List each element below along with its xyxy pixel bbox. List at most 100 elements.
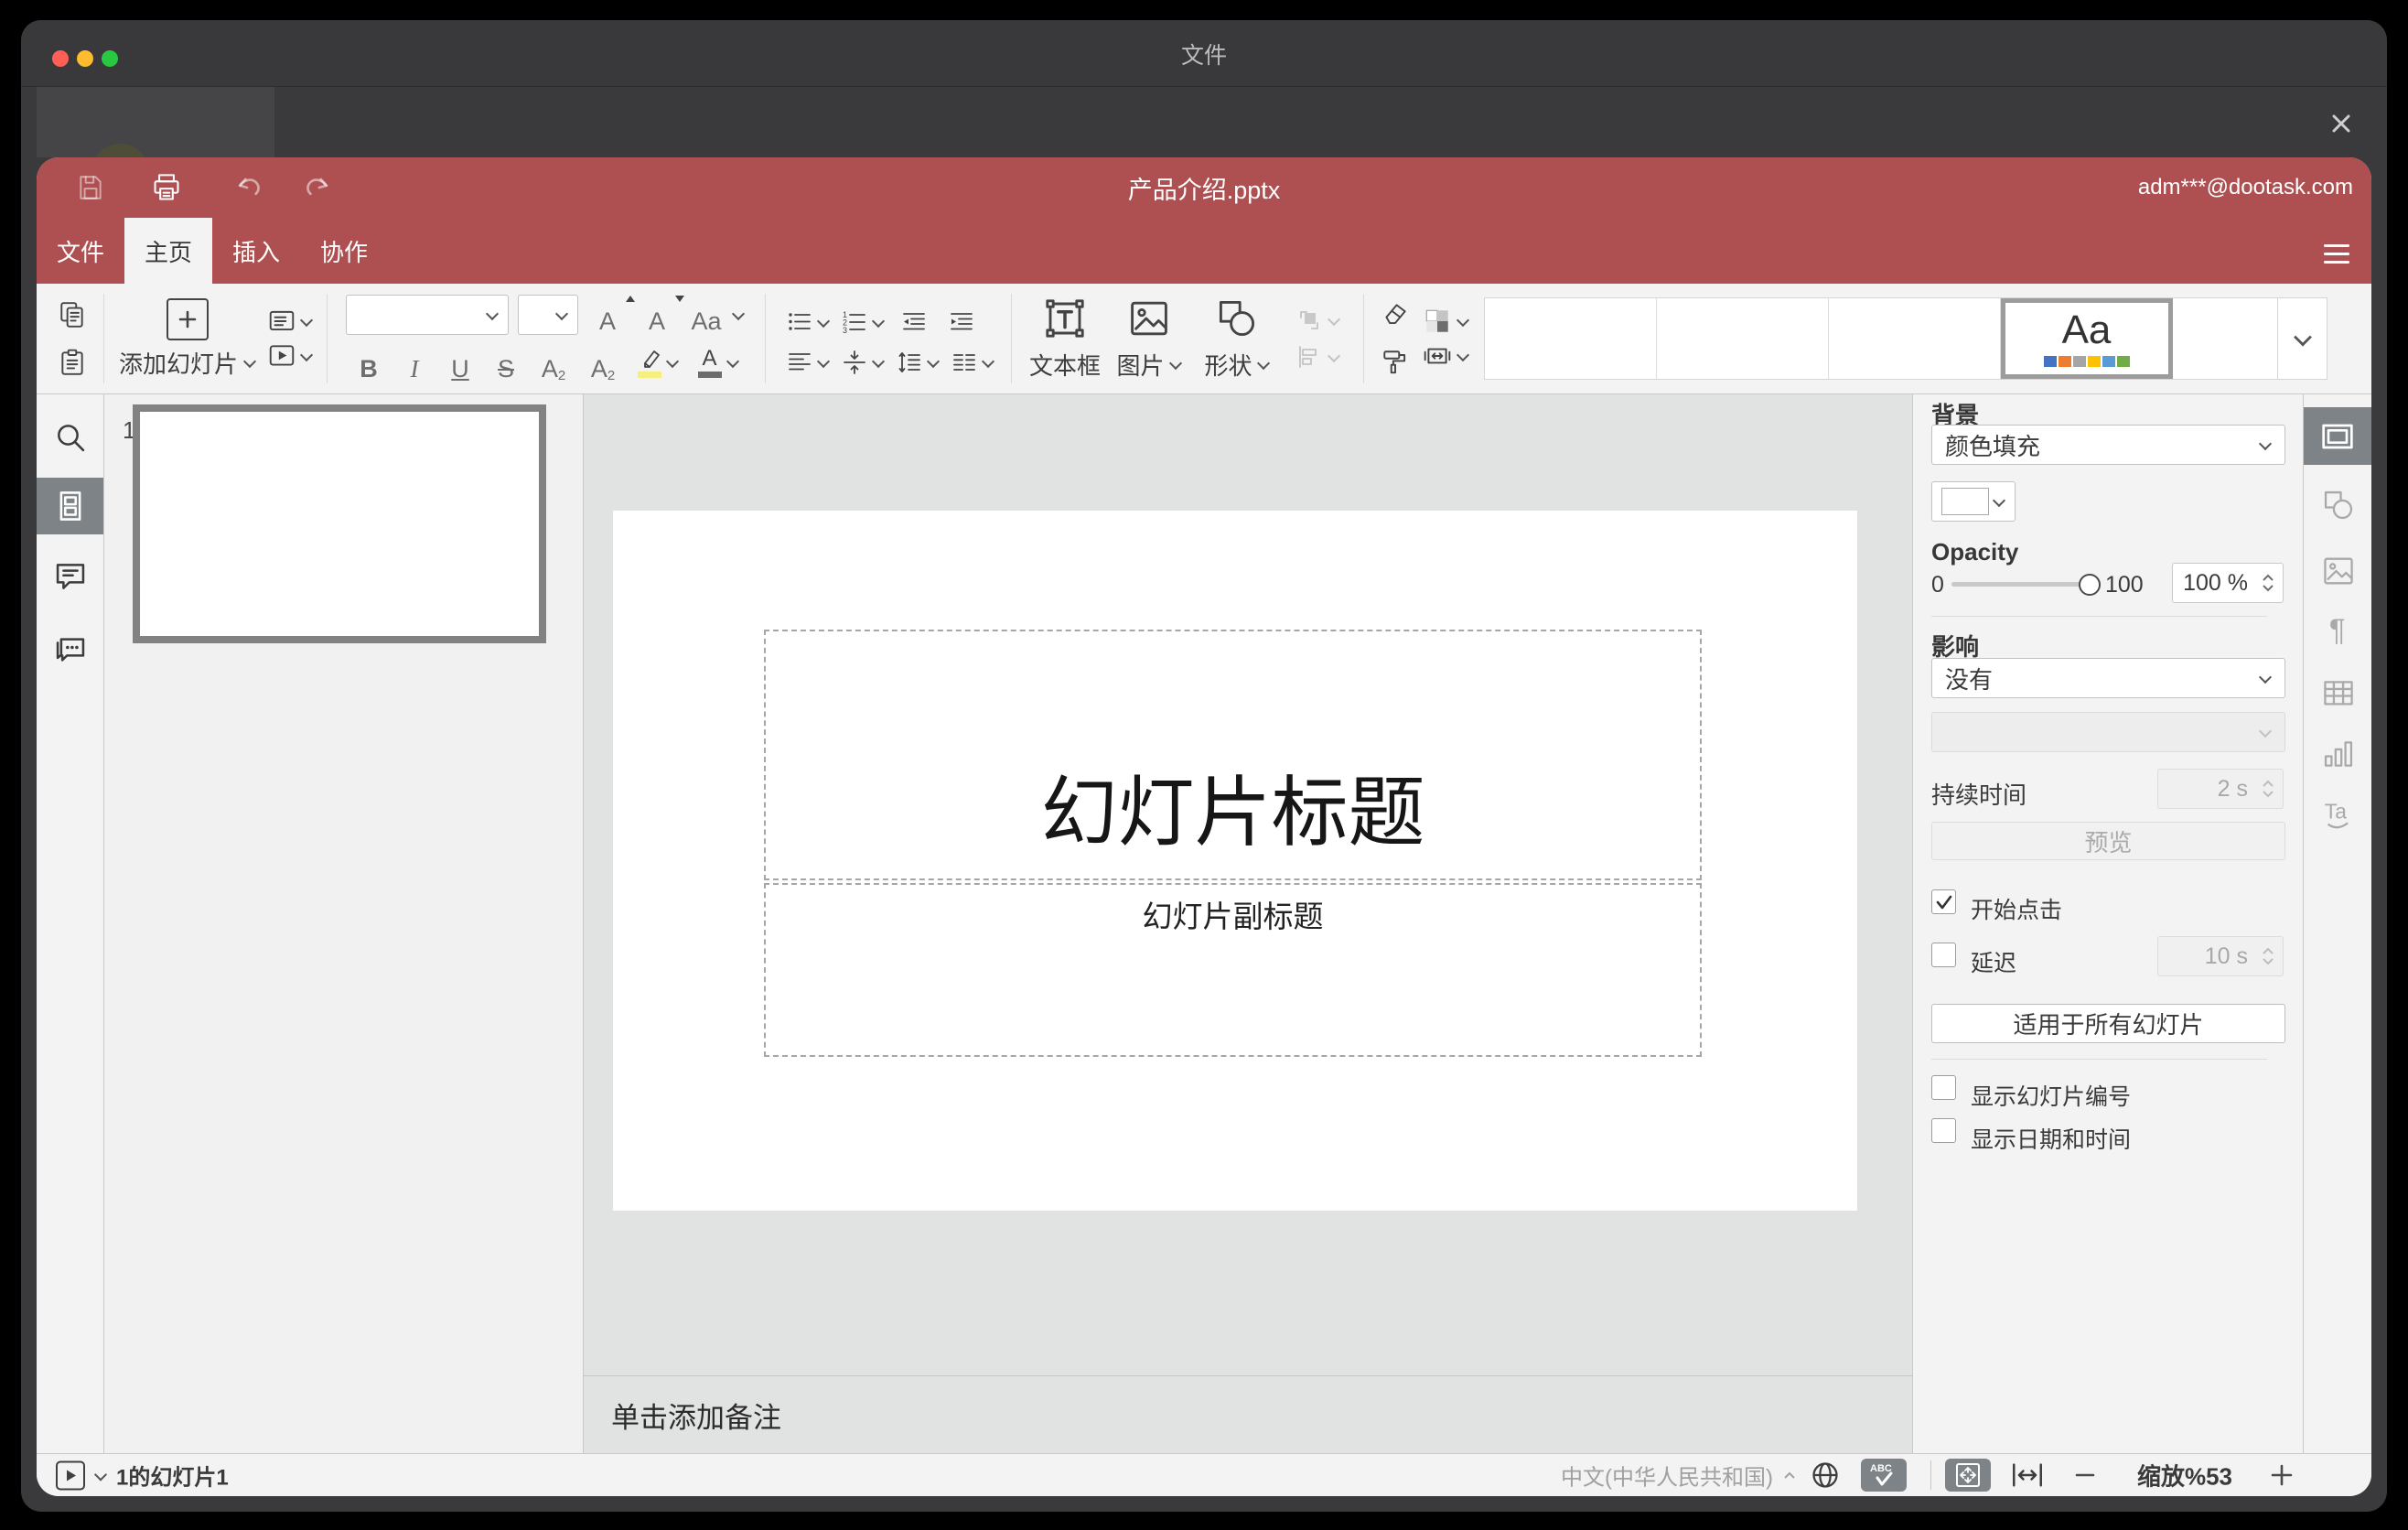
opacity-slider-handle[interactable] xyxy=(2079,574,2101,596)
chevron-down-icon[interactable] xyxy=(94,1470,107,1481)
increase-font-button[interactable]: A xyxy=(587,294,635,336)
chat-panel-button[interactable] xyxy=(37,632,104,667)
spinner-arrows-icon[interactable] xyxy=(2262,574,2274,592)
start-slideshow-button[interactable] xyxy=(267,341,313,371)
comments-panel-button[interactable] xyxy=(37,559,104,594)
set-language-button[interactable] xyxy=(1810,1460,1841,1491)
theme-item-selected[interactable]: Aa xyxy=(2001,298,2173,379)
table-settings-button[interactable] xyxy=(2304,676,2371,711)
underline-button[interactable]: U xyxy=(437,341,483,383)
chart-settings-button[interactable] xyxy=(2304,737,2371,771)
color-schemes-button[interactable] xyxy=(1423,307,1469,336)
copy-style-button[interactable] xyxy=(1377,341,1414,383)
chevron-down-icon xyxy=(927,357,940,368)
clipboard-group xyxy=(54,294,91,383)
decrease-indent-button[interactable] xyxy=(896,301,932,343)
slides-panel-button[interactable] xyxy=(37,478,103,534)
tab-collaboration[interactable]: 协作 xyxy=(300,218,388,284)
fit-width-button[interactable] xyxy=(2009,1460,2046,1491)
align-button[interactable] xyxy=(786,349,830,376)
theme-item[interactable] xyxy=(1485,298,1657,379)
paste-button[interactable] xyxy=(54,341,91,383)
decrease-font-button[interactable]: A xyxy=(637,294,684,336)
bullets-button[interactable] xyxy=(786,308,830,336)
subscript-button[interactable]: A2 xyxy=(578,341,628,383)
slide[interactable]: 幻灯片标题 幻灯片副标题 xyxy=(613,511,1857,1211)
slide-title-placeholder[interactable]: 幻灯片标题 xyxy=(764,630,1702,880)
paragraph-settings-button[interactable]: ¶ xyxy=(2304,612,2371,647)
image-settings-button[interactable] xyxy=(2304,554,2371,588)
slide-layout-button[interactable] xyxy=(267,307,313,336)
shape-settings-button[interactable] xyxy=(2304,488,2371,523)
slide-settings-button[interactable] xyxy=(2304,407,2371,465)
show-date-time-checkbox[interactable] xyxy=(1931,1118,1956,1143)
search-button[interactable] xyxy=(37,420,104,455)
fit-slide-button[interactable] xyxy=(1945,1459,1991,1492)
slide-canvas[interactable]: 幻灯片标题 幻灯片副标题 xyxy=(584,394,1912,1375)
window-title: 文件 xyxy=(1180,42,1227,69)
theme-preview-label: Aa xyxy=(2061,307,2112,352)
menu-button[interactable] xyxy=(2324,244,2349,264)
tab-file[interactable]: 文件 xyxy=(37,218,124,284)
opacity-spinner[interactable]: 100 % xyxy=(2172,563,2284,603)
tab-home[interactable]: 主页 xyxy=(124,218,212,284)
superscript-button[interactable]: A2 xyxy=(529,341,578,383)
increase-indent-button[interactable] xyxy=(943,301,980,343)
numbering-button[interactable]: 123 xyxy=(841,308,885,336)
vertical-align-button[interactable] xyxy=(841,349,885,376)
font-size-select[interactable] xyxy=(518,295,578,335)
show-slide-number-checkbox[interactable] xyxy=(1931,1075,1956,1100)
background-color-picker[interactable] xyxy=(1931,481,2016,522)
slide-thumbnail[interactable] xyxy=(133,404,546,643)
add-slide-button[interactable]: 添加幻灯片 xyxy=(119,297,256,380)
textart-settings-button[interactable]: Ta xyxy=(2304,795,2371,830)
theme-color-swatch xyxy=(2043,356,2057,367)
highlight-color-button[interactable] xyxy=(628,341,688,383)
zoom-out-button[interactable] xyxy=(2073,1463,2097,1487)
tab-insert[interactable]: 插入 xyxy=(212,218,300,284)
copy-button[interactable] xyxy=(54,294,91,336)
theme-item[interactable] xyxy=(2173,298,2277,379)
spinner-arrows-icon[interactable] xyxy=(2262,947,2274,965)
line-spacing-button[interactable] xyxy=(896,349,940,376)
spinner-arrows-icon[interactable] xyxy=(2262,780,2274,798)
chevron-down-icon xyxy=(817,317,830,328)
opacity-slider-track[interactable] xyxy=(1951,582,2081,587)
columns-button[interactable] xyxy=(951,349,994,376)
arrange-shape-button[interactable] xyxy=(1285,307,1350,334)
clear-style-button[interactable] xyxy=(1377,294,1414,336)
bold-button[interactable]: B xyxy=(346,341,392,383)
start-on-click-checkbox[interactable] xyxy=(1931,889,1956,914)
start-slideshow-status-button[interactable] xyxy=(56,1460,85,1490)
spellcheck-toggle[interactable]: ABC xyxy=(1861,1459,1907,1492)
theme-gallery-expand-button[interactable] xyxy=(2278,297,2327,380)
insert-textbox-button[interactable]: 文本框 xyxy=(1028,296,1102,382)
strikethrough-button[interactable]: S xyxy=(483,341,529,383)
effect-type-select[interactable] xyxy=(1931,712,2285,752)
chevron-down-icon xyxy=(300,350,313,361)
duration-spinner[interactable]: 2 s xyxy=(2157,769,2284,809)
notes-input[interactable]: 单击添加备注 xyxy=(584,1375,1912,1453)
language-expand-icon[interactable] xyxy=(1782,1471,1797,1480)
slide-subtitle-placeholder[interactable]: 幻灯片副标题 xyxy=(764,883,1702,1057)
change-case-button[interactable]: Aa xyxy=(686,294,745,336)
shape-align-button[interactable] xyxy=(1285,343,1350,371)
insert-image-button[interactable]: 图片 xyxy=(1109,296,1189,382)
preview-button[interactable]: 预览 xyxy=(1931,822,2285,860)
background-fill-select[interactable]: 颜色填充 xyxy=(1931,425,2285,465)
font-name-select[interactable] xyxy=(346,295,509,335)
theme-item[interactable] xyxy=(1829,298,2001,379)
delay-spinner[interactable]: 10 s xyxy=(2157,936,2284,976)
close-editor-button[interactable] xyxy=(2325,107,2358,140)
chevron-down-icon xyxy=(1457,316,1469,327)
effect-select[interactable]: 没有 xyxy=(1931,658,2285,698)
zoom-in-button[interactable] xyxy=(2269,1462,2295,1488)
theme-item[interactable] xyxy=(1657,298,1829,379)
font-color-button[interactable]: A xyxy=(688,341,748,383)
italic-button[interactable]: I xyxy=(392,341,437,383)
language-select[interactable]: 中文(中华人民共和国) xyxy=(1561,1460,1773,1492)
insert-shape-button[interactable]: 形状 xyxy=(1197,296,1277,382)
delay-checkbox[interactable] xyxy=(1931,943,1956,967)
slide-size-button[interactable] xyxy=(1423,341,1469,371)
apply-all-button[interactable]: 适用于所有幻灯片 xyxy=(1931,1004,2285,1043)
